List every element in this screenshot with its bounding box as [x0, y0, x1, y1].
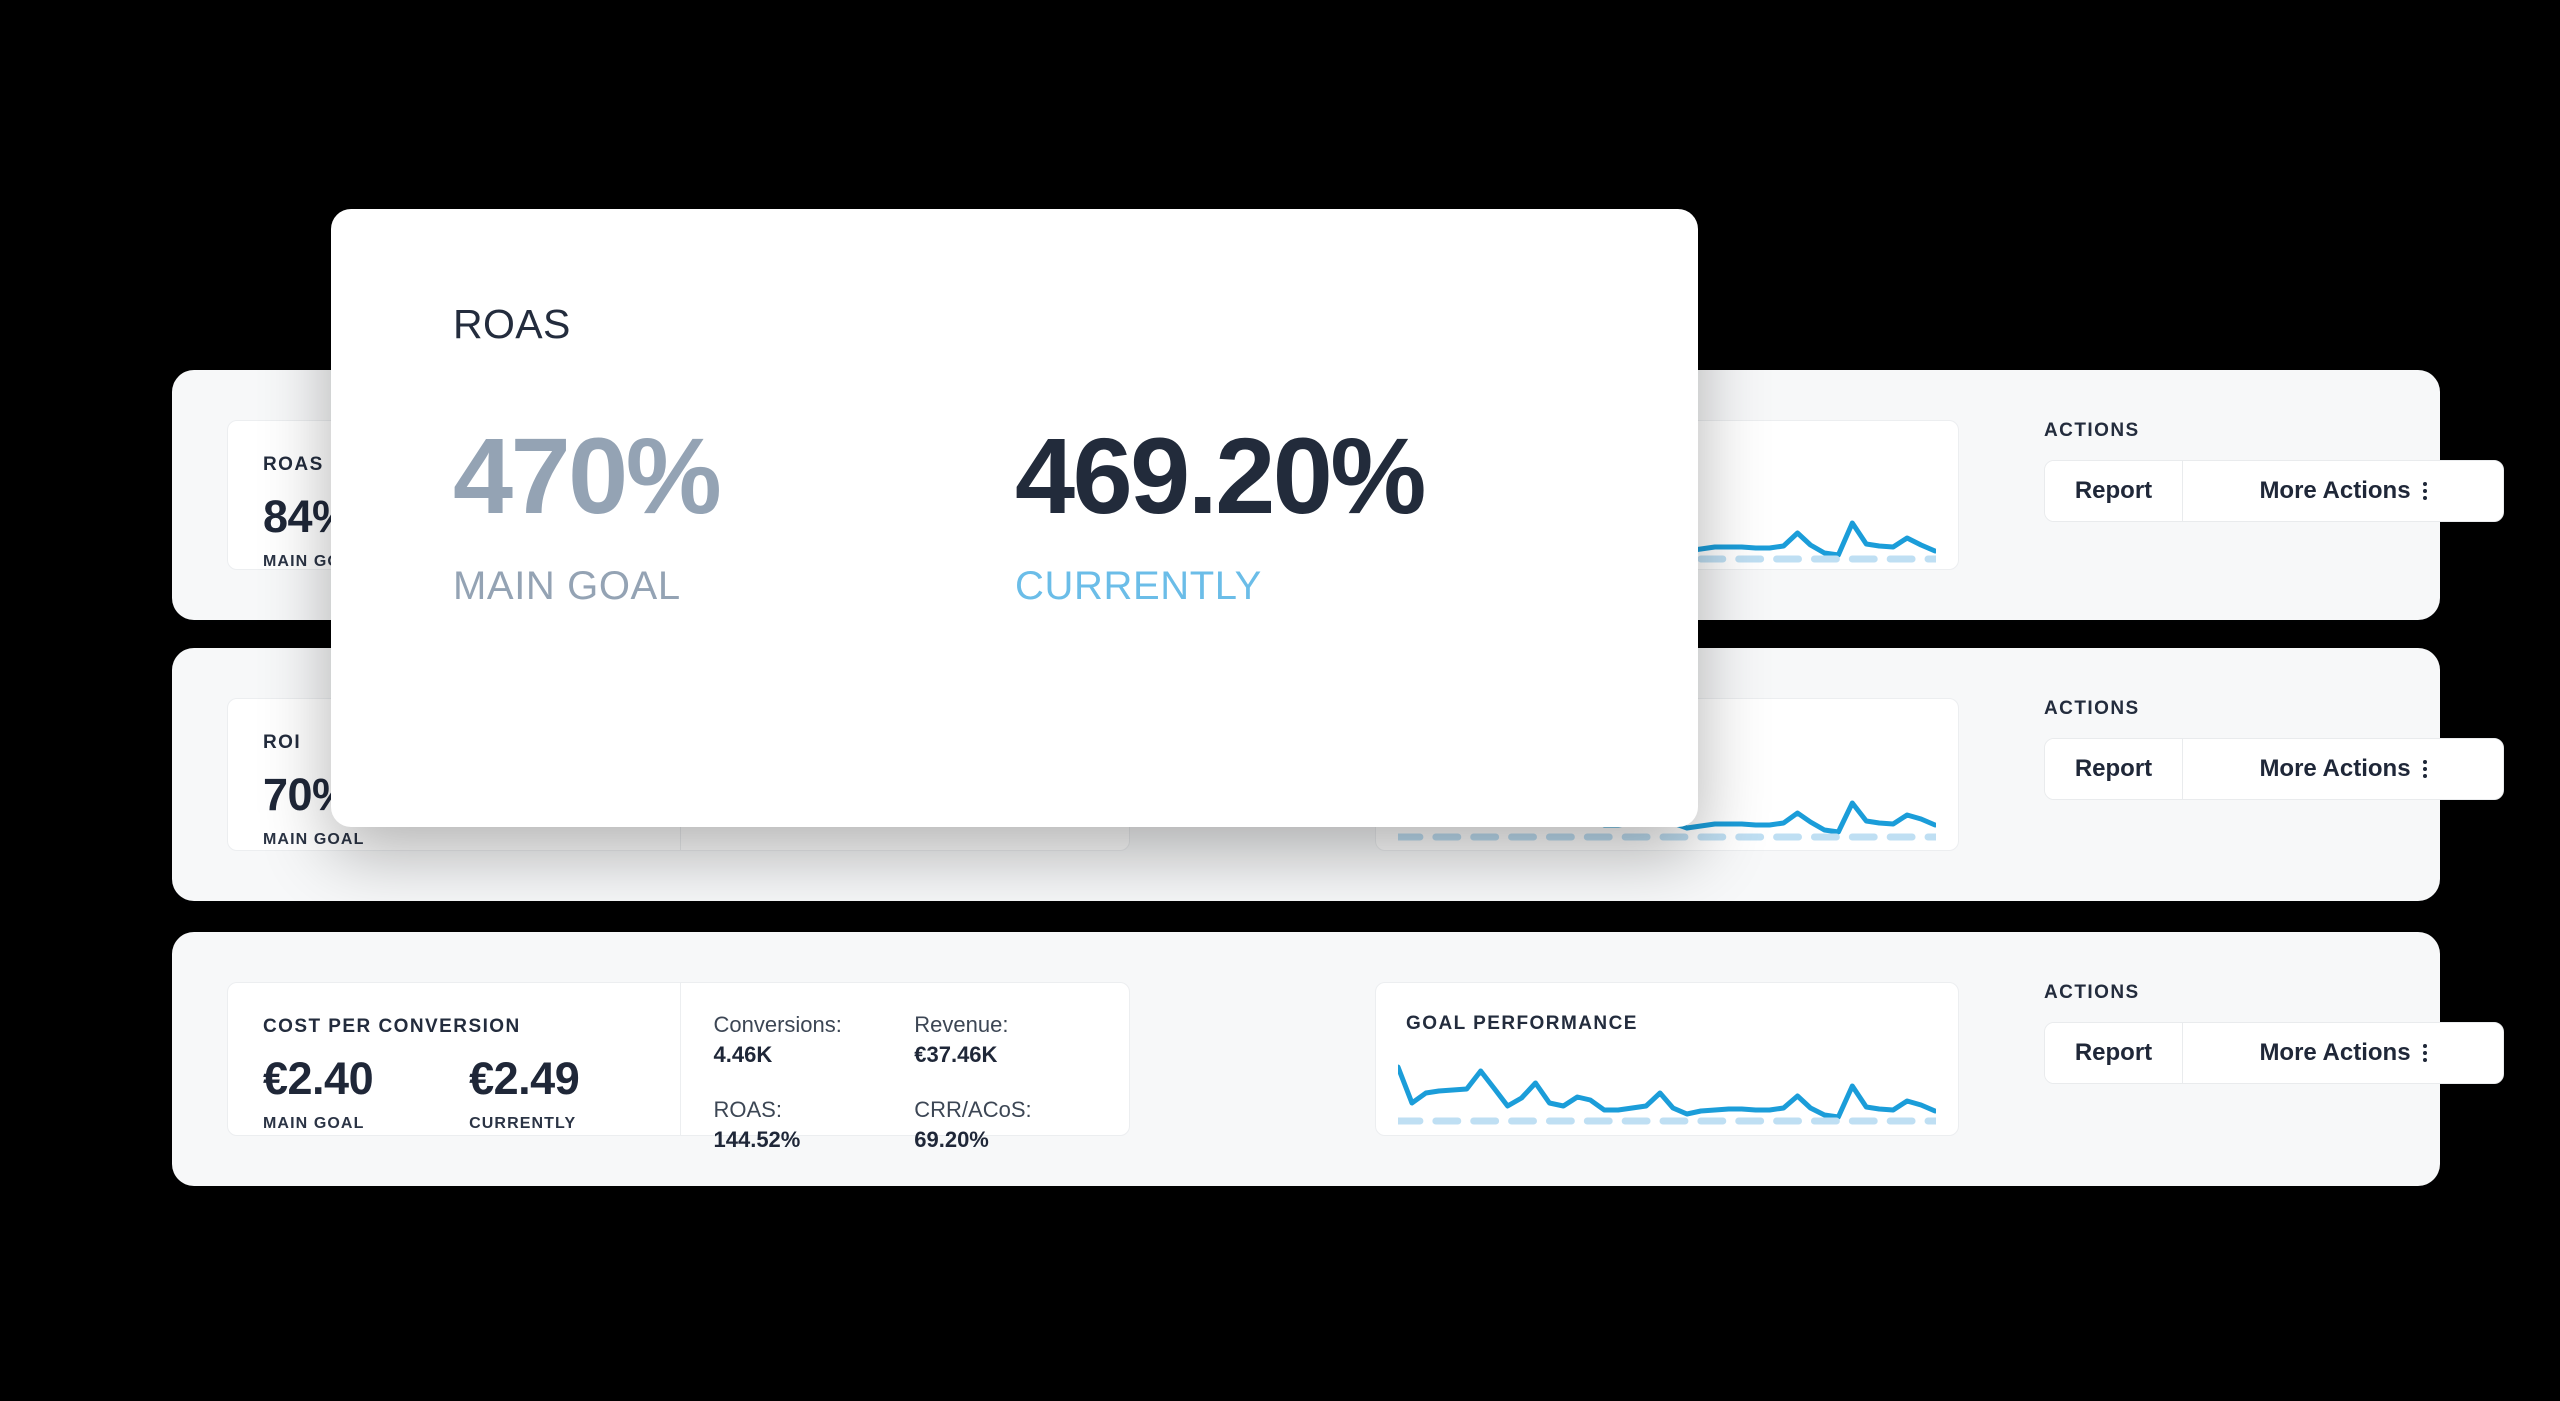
modal-title: ROAS	[453, 301, 571, 347]
actions-label: ACTIONS	[2044, 982, 2140, 1003]
more-vertical-icon	[2422, 1044, 2427, 1062]
metric-row-cost-per-conversion: COST PER CONVERSION €2.40 MAIN GOAL €2.4…	[172, 932, 2504, 1186]
chart-title: GOAL PERFORMANCE	[1406, 1013, 1638, 1034]
stat-value: 144.52%	[713, 1127, 801, 1153]
main-goal-caption: MAIN GOAL	[263, 1115, 365, 1132]
report-button[interactable]: Report	[2045, 461, 2183, 521]
modal-current-block: 469.20% CURRENTLY	[1015, 422, 1577, 609]
modal-current-value: 469.20%	[1015, 415, 1426, 536]
more-actions-label: More Actions	[2259, 755, 2411, 782]
stat-conversions: Conversions: 4.46K	[714, 1010, 895, 1069]
actions-button-group: Report More Actions	[2044, 1022, 2504, 1084]
stat-label: Revenue:	[914, 1012, 1009, 1037]
actions-button-group: Report More Actions	[2044, 460, 2504, 522]
current-value: €2.49	[469, 1053, 580, 1104]
stat-revenue: Revenue: €37.46K	[914, 1010, 1095, 1069]
stat-roas: ROAS: 144.52%	[714, 1095, 895, 1154]
modal-current-caption: CURRENTLY	[1015, 564, 1262, 608]
stat-label: CRR/ACoS:	[914, 1097, 1032, 1123]
main-goal-value: €2.40	[263, 1053, 374, 1104]
more-vertical-icon	[2422, 482, 2427, 500]
metric-label: COST PER CONVERSION	[263, 1016, 521, 1037]
goal-performance-sparkline	[1398, 1053, 1936, 1131]
stat-value: 4.46K	[713, 1041, 773, 1067]
main-goal-block: €2.40 MAIN GOAL	[263, 1053, 374, 1133]
more-actions-button[interactable]: More Actions	[2183, 739, 2503, 799]
stat-label: Conversions:	[713, 1012, 842, 1037]
sparkline-svg	[1398, 1064, 1936, 1125]
current-caption: CURRENTLY	[469, 1115, 577, 1132]
actions-label: ACTIONS	[2044, 420, 2140, 441]
modal-main-goal-caption: MAIN GOAL	[453, 564, 681, 608]
roas-detail-modal: ROAS 470% MAIN GOAL 469.20% CURRENTLY	[331, 209, 1698, 827]
more-actions-button[interactable]: More Actions	[2183, 1023, 2503, 1083]
report-button[interactable]: Report	[2045, 739, 2183, 799]
more-actions-label: More Actions	[2259, 477, 2411, 504]
metrics-panel: COST PER CONVERSION €2.40 MAIN GOAL €2.4…	[227, 982, 1130, 1152]
report-button[interactable]: Report	[2045, 1023, 2183, 1083]
goal-performance-panel: GOAL PERFORMANCE	[1375, 982, 1959, 1136]
more-vertical-icon	[2422, 760, 2427, 778]
actions-button-group: Report More Actions	[2044, 738, 2504, 800]
main-goal-caption: MAIN GOAL	[263, 831, 365, 848]
stat-crr-acos: CRR/ACoS: 69.20%	[914, 1095, 1095, 1154]
more-actions-label: More Actions	[2259, 1039, 2411, 1066]
goal-metric-column: COST PER CONVERSION €2.40 MAIN GOAL €2.4…	[228, 983, 680, 1135]
modal-main-goal-value: 470%	[453, 415, 722, 536]
current-value-block: €2.49 CURRENTLY	[469, 1053, 580, 1133]
actions-group: ACTIONS Report More Actions	[2044, 648, 2504, 901]
actions-group: ACTIONS Report More Actions	[2044, 932, 2504, 1186]
modal-main-goal-block: 470% MAIN GOAL	[453, 422, 1015, 609]
actions-group: ACTIONS Report More Actions	[2044, 370, 2504, 620]
stat-value: €37.46K	[914, 1041, 998, 1067]
actions-label: ACTIONS	[2044, 698, 2140, 719]
stats-column: Conversions: 4.46K Revenue: €37.46K ROAS…	[679, 983, 1130, 1152]
stat-label: ROAS:	[713, 1097, 782, 1123]
more-actions-button[interactable]: More Actions	[2183, 461, 2503, 521]
sparkline-actual	[1398, 1064, 1936, 1120]
stat-value: 69.20%	[914, 1127, 989, 1153]
